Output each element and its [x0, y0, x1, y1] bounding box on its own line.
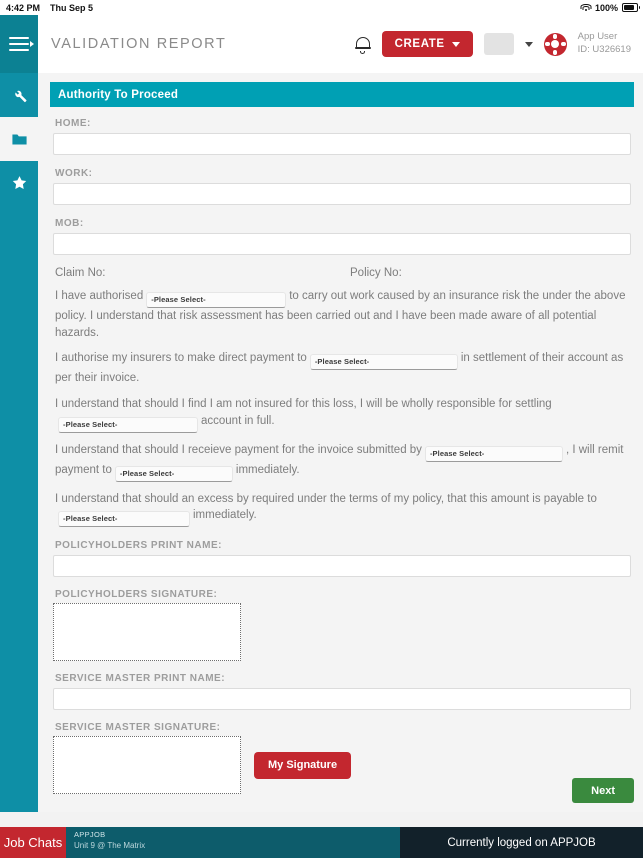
chevron-down-icon: [451, 41, 460, 47]
authorisation-paragraph-1: I have authorised -Please Select-to carry…: [55, 288, 631, 341]
home-input[interactable]: [53, 133, 631, 155]
service-master-signature-label: SERVICE MASTER SIGNATURE:: [55, 722, 221, 734]
status-indicators: 100%: [580, 2, 640, 13]
battery-percent-label: 100%: [594, 2, 618, 13]
hamburger-menu-icon: [9, 33, 29, 55]
policyholder-signature-label: POLICYHOLDERS SIGNATURE:: [55, 589, 218, 601]
user-info: App User ID: U326619: [578, 31, 631, 57]
panel-header: Authority To Proceed: [50, 82, 634, 107]
panel-body: HOME: WORK: MOB: Claim No: Policy No: I …: [50, 107, 634, 795]
para1-text-a: I have authorised: [55, 290, 144, 302]
sidebar: [0, 15, 38, 812]
para3-text-b: account in full.: [201, 414, 275, 427]
app-root: 4:42 PM Thu Sep 5 100% VALIDATION REPORT…: [0, 0, 643, 858]
job-chats-button[interactable]: Job Chats: [0, 827, 66, 858]
user-id: ID: U326619: [577, 44, 631, 55]
header-actions: CREATE App User ID: U326619: [354, 31, 631, 57]
ios-status-bar: 4:42 PM Thu Sep 5 100%: [0, 0, 643, 15]
policyholder-signature-pad[interactable]: [53, 603, 241, 662]
create-button-label: CREATE: [394, 38, 445, 50]
settling-account-select[interactable]: -Please Select-: [58, 416, 198, 433]
lifebuoy-avatar-icon[interactable]: [543, 32, 567, 56]
claim-policy-row: Claim No: Policy No:: [55, 267, 631, 279]
battery-icon: [622, 3, 640, 12]
service-master-signature-pad[interactable]: [53, 736, 241, 795]
page-title: VALIDATION REPORT: [51, 36, 227, 52]
claim-no-label: Claim No:: [55, 267, 106, 279]
hamburger-menu-button[interactable]: [0, 15, 38, 73]
current-job-code: APPJOB: [74, 830, 106, 839]
invoice-submitted-select[interactable]: -Please Select-: [424, 445, 563, 462]
policyholder-print-name-input[interactable]: [53, 555, 631, 578]
direct-payment-select[interactable]: -Please Select-: [309, 354, 458, 371]
work-input[interactable]: [53, 183, 631, 205]
para4-text-c: immediately.: [235, 463, 300, 476]
status-time: 4:42 PM: [6, 2, 41, 13]
work-field-label: WORK:: [55, 168, 93, 179]
para2-text-a: I authorise my insurers to make direct p…: [55, 352, 307, 365]
expand-arrow-icon: [30, 41, 34, 47]
contractor-select[interactable]: -Please Select-: [146, 292, 287, 308]
star-icon: [12, 175, 26, 189]
remit-payment-select[interactable]: -Please Select-: [114, 465, 233, 482]
folder-icon: [11, 134, 27, 144]
sidebar-item-files[interactable]: [0, 117, 38, 161]
user-name: App User: [577, 31, 618, 43]
current-job-location: Unit 9 @ The Matrix: [74, 841, 146, 850]
authority-to-proceed-panel: Authority To Proceed HOME: WORK: MOB: Cl…: [50, 82, 634, 795]
header-select-chevron-down-icon[interactable]: [524, 41, 533, 47]
policyholder-print-name-label: POLICYHOLDERS PRINT NAME:: [55, 540, 222, 552]
status-date: Thu Sep 5: [50, 2, 94, 13]
my-signature-button[interactable]: My Signature: [254, 751, 352, 779]
current-job-info[interactable]: APPJOB Unit 9 @ The Matrix: [66, 827, 400, 858]
service-master-print-name-label: SERVICE MASTER PRINT NAME:: [55, 673, 226, 685]
sidebar-item-favourites[interactable]: [0, 161, 38, 205]
excess-payable-select[interactable]: -Please Select-: [58, 511, 190, 528]
para5-text-a: I understand that should an excess by re…: [55, 492, 597, 505]
footer-bar: Job Chats APPJOB Unit 9 @ The Matrix Cur…: [0, 827, 643, 858]
authorisation-paragraph-5: I understand that should an excess by re…: [55, 491, 631, 528]
authorisation-paragraph-3: I understand that should I find I am not…: [55, 396, 631, 433]
main-content: Authority To Proceed HOME: WORK: MOB: Cl…: [38, 73, 643, 812]
para4-text-a: I understand that should I receieve paym…: [55, 443, 422, 456]
mob-input[interactable]: [53, 233, 631, 255]
para5-text-b: immediately.: [193, 509, 257, 522]
home-field-label: HOME:: [55, 118, 91, 129]
wifi-icon: [580, 3, 592, 12]
wrench-icon: [14, 90, 27, 102]
policy-no-label: Policy No:: [350, 267, 402, 279]
sidebar-item-tools[interactable]: [0, 73, 38, 117]
panel-title: Authority To Proceed: [58, 88, 179, 101]
mob-field-label: MOB:: [55, 218, 84, 229]
bell-icon[interactable]: [354, 35, 371, 54]
header-select-box[interactable]: [483, 33, 514, 55]
app-header: VALIDATION REPORT CREATE App User ID: U3…: [38, 15, 643, 73]
para3-text-a: I understand that should I find I am not…: [55, 398, 552, 411]
authorisation-paragraph-4: I understand that should I receieve paym…: [55, 442, 631, 482]
service-master-signature-row: My Signature: [53, 736, 631, 795]
service-master-print-name-input[interactable]: [53, 688, 631, 711]
logged-on-status: Currently logged on APPJOB: [400, 827, 643, 858]
authorisation-paragraph-2: I authorise my insurers to make direct p…: [55, 350, 631, 387]
create-button[interactable]: CREATE: [381, 31, 473, 57]
next-button[interactable]: Next: [572, 778, 634, 803]
